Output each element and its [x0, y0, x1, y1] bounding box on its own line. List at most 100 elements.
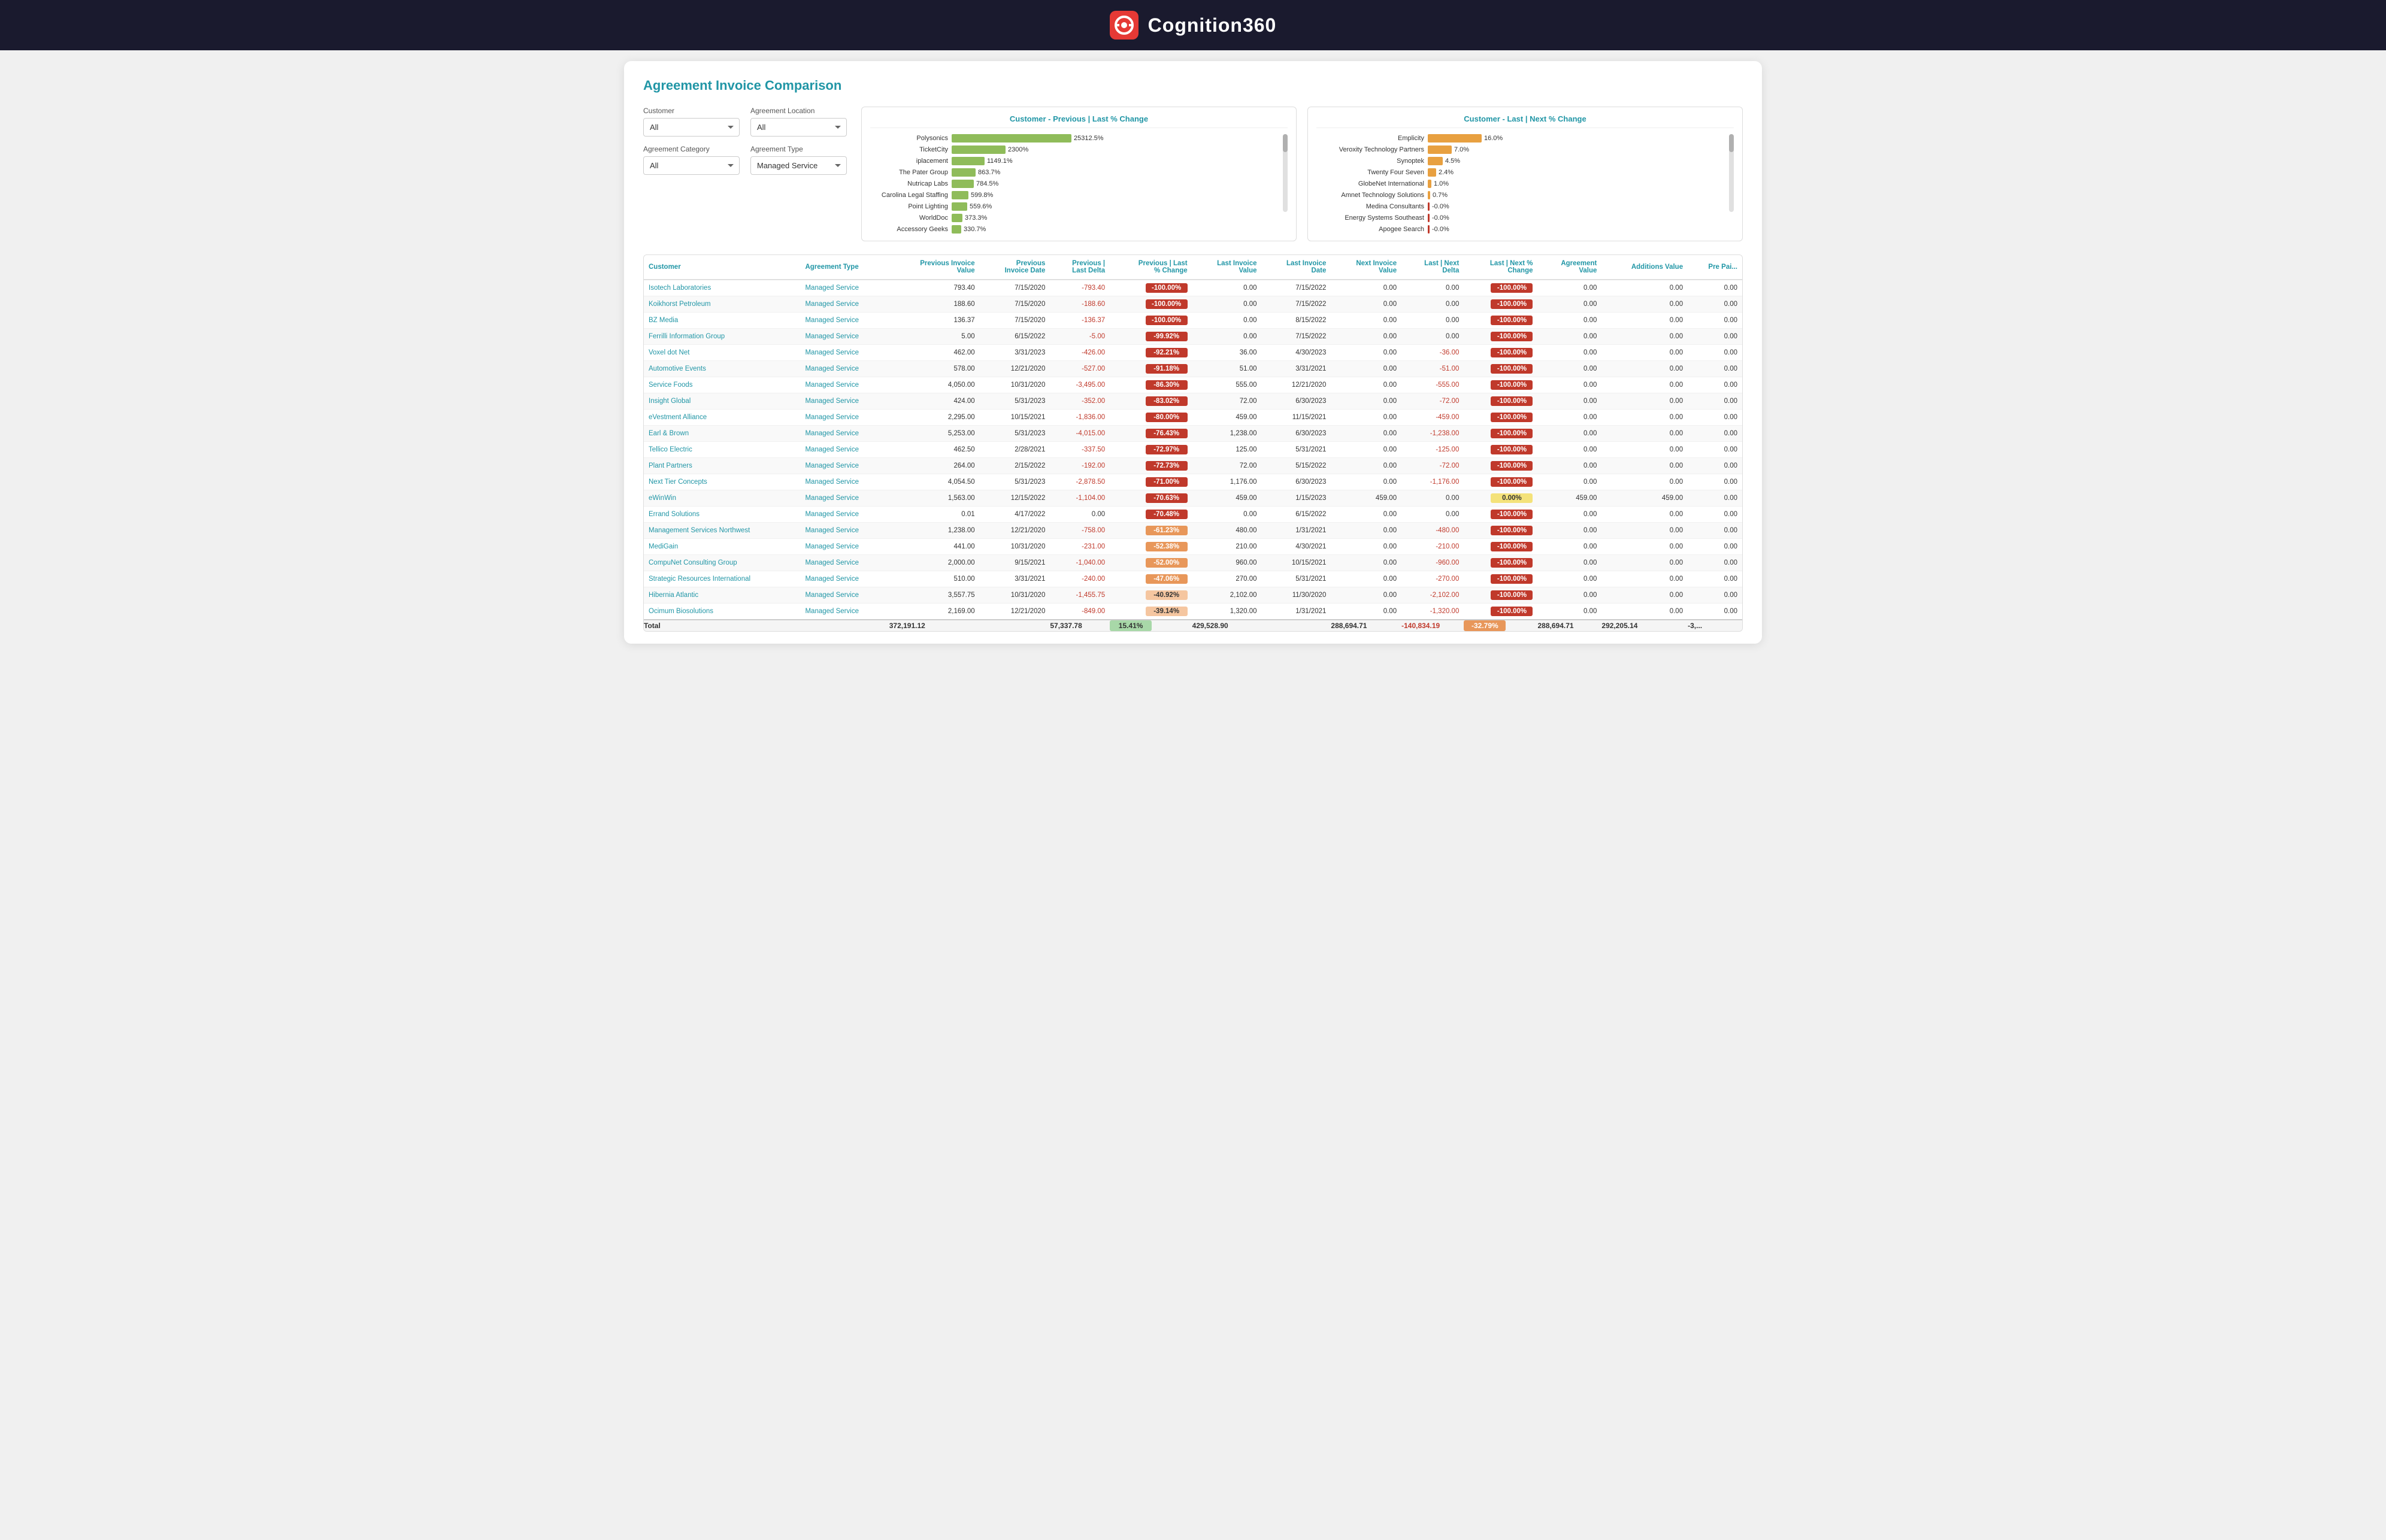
cell-prev-val: 4,050.00: [889, 377, 980, 393]
chart-bar: [1428, 134, 1482, 143]
cell-next-val: 0.00: [1331, 523, 1401, 539]
chart-bar-value: 2.4%: [1439, 169, 1454, 176]
chart-bar-label: WorldDoc: [870, 214, 948, 222]
data-table: Customer Agreement Type Previous Invoice…: [644, 255, 1742, 631]
cell-customer[interactable]: Hibernia Atlantic: [644, 587, 800, 604]
cell-customer[interactable]: Ferrilli Information Group: [644, 329, 800, 345]
category-filter-select[interactable]: All: [643, 156, 740, 175]
cell-customer[interactable]: Tellico Electric: [644, 442, 800, 458]
chart-right-bars: Emplicity 16.0% Veroxity Technology Part…: [1316, 134, 1725, 234]
chart-bar-value: 25312.5%: [1074, 135, 1104, 142]
customer-filter-select[interactable]: All: [643, 118, 740, 137]
cell-type: Managed Service: [800, 393, 889, 410]
cell-prev-delta: -758.00: [1050, 523, 1110, 539]
cell-customer[interactable]: Strategic Resources International: [644, 571, 800, 587]
cell-last-date: 1/31/2021: [1262, 523, 1331, 539]
cell-customer[interactable]: Isotech Laboratories: [644, 280, 800, 296]
cell-last-date: 10/15/2021: [1262, 555, 1331, 571]
cell-prev-date: 5/31/2023: [980, 426, 1050, 442]
cell-type: Managed Service: [800, 587, 889, 604]
chart-bar-label: Veroxity Technology Partners: [1316, 146, 1424, 153]
cell-customer[interactable]: eVestment Alliance: [644, 410, 800, 426]
cell-customer[interactable]: CompuNet Consulting Group: [644, 555, 800, 571]
cell-customer[interactable]: BZ Media: [644, 313, 800, 329]
cell-ln-delta: -1,176.00: [1401, 474, 1464, 490]
cell-customer[interactable]: Service Foods: [644, 377, 800, 393]
cell-pre-pai: 0.00: [1688, 296, 1742, 313]
cell-ln-delta: -2,102.00: [1401, 587, 1464, 604]
cell-prev-val: 462.00: [889, 345, 980, 361]
cell-ln-pct: -100.00%: [1464, 442, 1537, 458]
cell-pre-pai: 0.00: [1688, 539, 1742, 555]
chart-bar-value: 863.7%: [978, 169, 1000, 176]
cell-prev-date: 12/21/2020: [980, 604, 1050, 620]
chart-bar-row: TicketCity 2300%: [870, 145, 1279, 154]
cell-last-val: 125.00: [1192, 442, 1262, 458]
cell-customer[interactable]: Ocimum Biosolutions: [644, 604, 800, 620]
cell-customer[interactable]: Management Services Northwest: [644, 523, 800, 539]
cell-customer[interactable]: Insight Global: [644, 393, 800, 410]
chart-right-title: Customer - Last | Next % Change: [1316, 114, 1734, 128]
cell-customer[interactable]: Errand Solutions: [644, 507, 800, 523]
chart-left-scrollbar[interactable]: [1283, 134, 1288, 212]
cell-prev-pct: -72.97%: [1110, 442, 1192, 458]
cell-customer[interactable]: Earl & Brown: [644, 426, 800, 442]
cell-agr-val: 0.00: [1537, 539, 1601, 555]
cell-prev-val: 2,000.00: [889, 555, 980, 571]
category-filter-group: Agreement Category All: [643, 145, 740, 175]
cell-customer[interactable]: Voxel dot Net: [644, 345, 800, 361]
cell-add-val: 0.00: [1601, 571, 1688, 587]
cell-last-date: 5/31/2021: [1262, 571, 1331, 587]
cell-customer[interactable]: MediGain: [644, 539, 800, 555]
cell-last-val: 1,238.00: [1192, 426, 1262, 442]
cell-customer[interactable]: Automotive Events: [644, 361, 800, 377]
chart-bar-container: 2.4%: [1428, 168, 1725, 177]
cell-type: Managed Service: [800, 361, 889, 377]
table-row: Errand Solutions Managed Service 0.01 4/…: [644, 507, 1742, 523]
cell-ln-delta: -72.00: [1401, 393, 1464, 410]
chart-bar: [1428, 157, 1443, 165]
type-filter-select[interactable]: Managed Service: [750, 156, 847, 175]
cell-customer[interactable]: Koikhorst Petroleum: [644, 296, 800, 313]
cell-next-val: 0.00: [1331, 539, 1401, 555]
cell-type: Managed Service: [800, 377, 889, 393]
cell-next-val: 0.00: [1331, 587, 1401, 604]
cell-prev-delta: -352.00: [1050, 393, 1110, 410]
cell-last-date: 3/31/2021: [1262, 361, 1331, 377]
chart-right-scrollbar[interactable]: [1729, 134, 1734, 212]
cell-prev-date: 12/21/2020: [980, 361, 1050, 377]
cell-prev-date: 10/31/2020: [980, 587, 1050, 604]
chart-bar-label: Apogee Search: [1316, 226, 1424, 233]
location-filter-select[interactable]: All: [750, 118, 847, 137]
cell-customer[interactable]: Next Tier Concepts: [644, 474, 800, 490]
cell-ln-pct: -100.00%: [1464, 426, 1537, 442]
chart-bar-value: 1149.1%: [987, 157, 1013, 165]
cell-prev-delta: -136.37: [1050, 313, 1110, 329]
table-row: MediGain Managed Service 441.00 10/31/20…: [644, 539, 1742, 555]
table-row: eWinWin Managed Service 1,563.00 12/15/2…: [644, 490, 1742, 507]
col-prev-delta: Previous |Last Delta: [1050, 255, 1110, 280]
footer-agr-val: 288,694.71: [1537, 620, 1601, 631]
table-row: Koikhorst Petroleum Managed Service 188.…: [644, 296, 1742, 313]
chart-bar-label: Point Lighting: [870, 203, 948, 210]
cell-next-val: 459.00: [1331, 490, 1401, 507]
cell-add-val: 0.00: [1601, 442, 1688, 458]
cell-prev-pct: -91.18%: [1110, 361, 1192, 377]
footer-ln-delta: -140,834.19: [1401, 620, 1464, 631]
chart-bar-label: Twenty Four Seven: [1316, 169, 1424, 176]
cell-customer[interactable]: Plant Partners: [644, 458, 800, 474]
chart-bar: [952, 168, 976, 177]
chart-bar-label: Amnet Technology Solutions: [1316, 192, 1424, 199]
cell-agr-val: 0.00: [1537, 361, 1601, 377]
cell-prev-pct: -80.00%: [1110, 410, 1192, 426]
cell-type: Managed Service: [800, 604, 889, 620]
cell-last-date: 1/31/2021: [1262, 604, 1331, 620]
cell-pre-pai: 0.00: [1688, 345, 1742, 361]
chart-bar-label: Energy Systems Southeast: [1316, 214, 1424, 222]
cell-next-val: 0.00: [1331, 604, 1401, 620]
chart-bar-value: 599.8%: [971, 192, 993, 199]
cell-prev-delta: -240.00: [1050, 571, 1110, 587]
cell-ln-pct: -100.00%: [1464, 361, 1537, 377]
cell-customer[interactable]: eWinWin: [644, 490, 800, 507]
cell-type: Managed Service: [800, 442, 889, 458]
